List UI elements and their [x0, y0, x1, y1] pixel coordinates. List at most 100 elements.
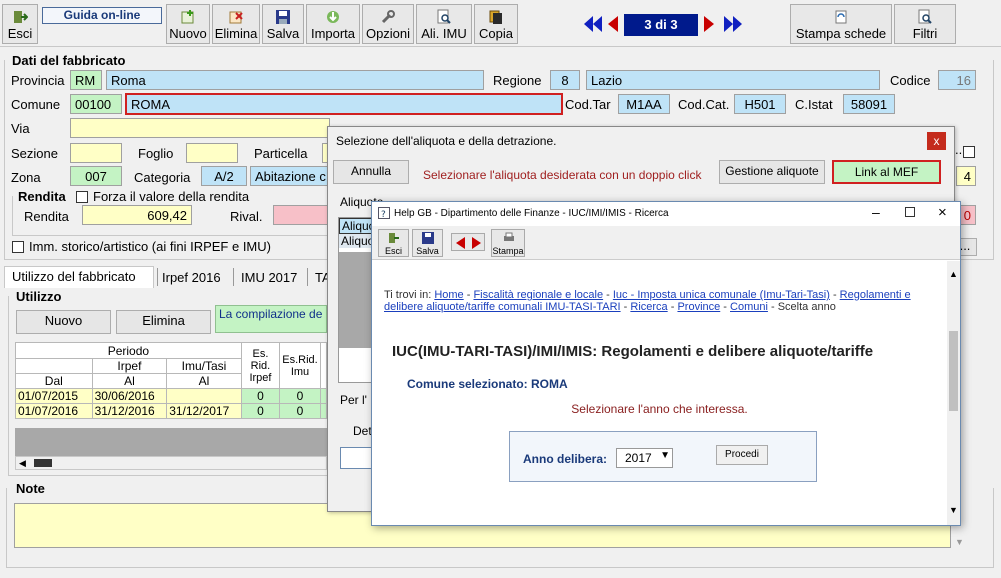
dialog1-close-button[interactable]: x	[927, 132, 946, 150]
utilizzo-nuovo-button[interactable]: Nuovo	[16, 310, 111, 334]
tab-irpef-2016[interactable]: Irpef 2016	[162, 270, 221, 285]
help-salva-button[interactable]: Salva	[412, 229, 443, 257]
help-app-icon: ?	[378, 207, 390, 219]
rendita-field[interactable]: 609,42	[82, 205, 192, 225]
note-scroll-down-icon[interactable]: ▼	[955, 537, 964, 547]
crumb-province[interactable]: Province	[677, 301, 720, 313]
first-record-icon[interactable]	[582, 14, 604, 34]
help-esci-button[interactable]: Esci	[378, 229, 409, 257]
table-row[interactable]: 01/07/2015 30/06/2016 0 0	[15, 388, 328, 404]
scroll-left-icon[interactable]: ◀	[19, 458, 26, 469]
storico-label: Imm. storico/artistico (ai fini IRPEF e …	[29, 239, 271, 254]
scroll-thumb[interactable]	[34, 459, 52, 467]
forward-icon[interactable]	[471, 237, 482, 249]
rendita-label: Rendita	[24, 209, 69, 224]
scroll-up-icon[interactable]: ▲	[949, 269, 958, 279]
breadcrumb-prefix: Ti trovi in:	[384, 289, 432, 301]
right-checkbox[interactable]	[963, 146, 975, 158]
row-irpef-al[interactable]: 31/12/2016	[91, 403, 168, 419]
row-esrid-irpef[interactable]: 0	[240, 388, 281, 404]
crumb-home[interactable]: Home	[434, 289, 463, 301]
comune-selected: Comune selezionato: ROMA	[407, 377, 568, 391]
tab-imu-2017[interactable]: IMU 2017	[241, 270, 297, 285]
horizontal-scrollbar[interactable]: ◀	[15, 456, 327, 470]
crumb-comuni[interactable]: Comuni	[730, 301, 768, 313]
sezione-field[interactable]	[70, 143, 122, 163]
crumb-ricerca[interactable]: Ricerca	[630, 301, 667, 313]
crumb-fiscalita[interactable]: Fiscalità regionale e locale	[473, 289, 603, 301]
import-icon	[327, 11, 339, 23]
help-vertical-scrollbar[interactable]: ▲ ▼	[947, 261, 960, 525]
det-label: Det	[353, 424, 372, 438]
filtri-button[interactable]: Filtri	[894, 4, 956, 44]
guida-online-button[interactable]: Guida on-line	[42, 7, 162, 24]
minimize-icon[interactable]: –	[872, 204, 880, 220]
row-esrid-imu[interactable]: 0	[279, 403, 321, 419]
exit-icon	[14, 11, 28, 23]
procedi-button[interactable]: Procedi	[716, 445, 768, 465]
row-dal[interactable]: 01/07/2016	[15, 403, 93, 419]
codtar-label: Cod.Tar	[565, 97, 611, 112]
crumb-iuc[interactable]: Iuc - Imposta unica comunale (Imu-Tari-T…	[613, 289, 830, 301]
ali-imu-button[interactable]: Ali. IMU	[416, 4, 472, 44]
esrid-imu-header: Es.Rid. Imu	[279, 342, 321, 389]
row-esrid-irpef[interactable]: 0	[240, 403, 281, 419]
regione-name-field[interactable]: Lazio	[586, 70, 880, 90]
scroll-down-icon[interactable]: ▼	[949, 505, 958, 515]
stampa-schede-button[interactable]: Stampa schede	[790, 4, 892, 44]
zona-label: Zona	[11, 170, 41, 185]
per-label: Per l'	[340, 393, 367, 407]
importa-button[interactable]: Importa	[306, 4, 360, 44]
provincia-name-field[interactable]: Roma	[106, 70, 484, 90]
help-nav-buttons	[451, 233, 485, 251]
previous-record-icon[interactable]	[606, 14, 620, 34]
rival-field[interactable]	[273, 205, 328, 225]
opzioni-button[interactable]: Opzioni	[362, 4, 414, 44]
foglio-label: Foglio	[138, 146, 174, 161]
salva-button[interactable]: Salva	[262, 4, 304, 44]
via-field[interactable]	[70, 118, 330, 138]
back-icon[interactable]	[455, 237, 466, 249]
esci-button[interactable]: Esci	[2, 4, 38, 44]
row-imu-al[interactable]	[166, 388, 242, 404]
particella-label: Particella	[254, 146, 308, 161]
categoria-code-field[interactable]: A/2	[201, 166, 247, 186]
elimina-button[interactable]: Elimina	[212, 4, 260, 44]
last-record-icon[interactable]	[722, 14, 744, 34]
utilizzo-elimina-button[interactable]: Elimina	[116, 310, 211, 334]
provincia-code-field[interactable]: RM	[70, 70, 102, 90]
cistat-field: 58091	[843, 94, 895, 114]
anno-select[interactable]: 2017 ▼	[616, 448, 673, 468]
exit-icon	[389, 233, 399, 243]
window-close-icon[interactable]: ×	[938, 204, 947, 221]
row-dal[interactable]: 01/07/2015	[15, 388, 93, 404]
help-stampa-button[interactable]: Stampa	[491, 229, 525, 257]
via-label: Via	[11, 121, 30, 136]
link-mef-button[interactable]: Link al MEF	[832, 160, 941, 184]
table-row[interactable]: 01/07/2016 31/12/2016 31/12/2017 0 0	[15, 403, 328, 419]
storico-checkbox[interactable]	[12, 241, 24, 253]
maximize-icon[interactable]	[905, 207, 915, 217]
gestione-aliquote-button[interactable]: Gestione aliquote	[719, 160, 825, 184]
comune-label: Comune	[11, 97, 61, 112]
ellipsis-text: ..	[955, 142, 963, 157]
search-doc-icon	[437, 9, 451, 24]
save-icon	[422, 232, 434, 244]
scroll-thumb[interactable]	[949, 331, 958, 411]
row-esrid-imu[interactable]: 0	[279, 388, 321, 404]
right-value-field[interactable]: 4	[956, 166, 976, 186]
copia-button[interactable]: Copia	[474, 4, 518, 44]
regione-label: Regione	[493, 73, 542, 88]
zona-field[interactable]: 007	[70, 166, 122, 186]
nuovo-button[interactable]: Nuovo	[166, 4, 210, 44]
comune-cap-field[interactable]: 00100	[70, 94, 122, 114]
chevron-down-icon: ▼	[660, 450, 670, 461]
regione-code-field[interactable]: 8	[550, 70, 580, 90]
foglio-field[interactable]	[186, 143, 238, 163]
comune-name-field[interactable]: ROMA	[125, 93, 563, 115]
annulla-button[interactable]: Annulla	[333, 160, 409, 184]
row-irpef-al[interactable]: 30/06/2016	[91, 388, 168, 404]
codice-field: 16	[938, 70, 976, 90]
next-record-icon[interactable]	[702, 14, 716, 34]
row-imu-al[interactable]: 31/12/2017	[166, 403, 242, 419]
